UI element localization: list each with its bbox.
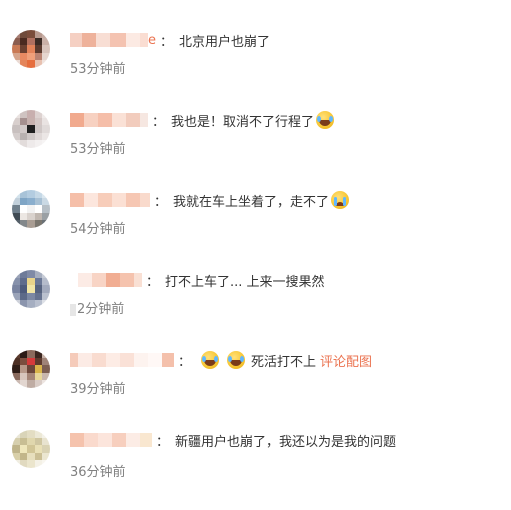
- crying-emoji-icon: [331, 191, 350, 209]
- comment-line: ： 新疆用户也崩了，我还以为是我的问题: [70, 430, 396, 450]
- comment-item: ： 新疆用户也崩了，我还以为是我的问题 36分钟前: [0, 430, 511, 510]
- user-avatar[interactable]: [12, 430, 50, 468]
- username-suffix[interactable]: e: [148, 33, 156, 48]
- comment-line: e ： 北京用户也崩了: [70, 30, 270, 50]
- comment-time: 2分钟前: [70, 298, 124, 317]
- laugh-cry-emoji-icon: [316, 111, 335, 129]
- comment-item: ： 死活打不上 评论配图 39分钟前: [0, 350, 511, 430]
- comment-text: 打不上车了... 上来一搜果然: [165, 274, 325, 290]
- comment-time: 39分钟前: [70, 382, 126, 397]
- comment-text: 死活打不上: [251, 354, 317, 370]
- comment-time: 53分钟前: [70, 142, 126, 157]
- username-link[interactable]: [78, 273, 142, 287]
- colon: ：: [178, 354, 192, 370]
- comment-line: ： 打不上车了... 上来一搜果然: [78, 270, 325, 290]
- user-avatar[interactable]: [12, 350, 50, 388]
- colon: ：: [156, 434, 170, 450]
- comment-time-text: 2分钟前: [77, 302, 125, 317]
- comment-text: 我就在车上坐着了，走不了: [173, 194, 330, 210]
- comment-time: 53分钟前: [70, 62, 126, 77]
- comment-time: 36分钟前: [70, 465, 126, 480]
- user-avatar[interactable]: [12, 270, 50, 308]
- user-avatar[interactable]: [12, 190, 50, 228]
- comment-item: ： 我也是！取消不了行程了 53分钟前: [0, 110, 511, 190]
- username-link[interactable]: [70, 33, 148, 47]
- username-link[interactable]: [70, 433, 152, 447]
- comment-line: ： 死活打不上 评论配图: [70, 350, 372, 370]
- colon: ：: [146, 274, 160, 290]
- comment-item: ： 我就在车上坐着了，走不了 54分钟前: [0, 190, 511, 270]
- laugh-cry-emoji-icon: [227, 351, 246, 369]
- colon: ：: [154, 194, 168, 210]
- comment-item: e ： 北京用户也崩了 53分钟前: [0, 30, 511, 110]
- comment-time: 54分钟前: [70, 222, 126, 237]
- username-link[interactable]: [70, 113, 148, 127]
- time-blur: [70, 303, 76, 316]
- colon: ：: [160, 34, 174, 50]
- view-image-link[interactable]: 评论配图: [320, 351, 372, 370]
- colon: ：: [152, 114, 166, 130]
- comment-item: ： 打不上车了... 上来一搜果然 2分钟前: [0, 270, 511, 350]
- comment-text: 北京用户也崩了: [179, 34, 271, 50]
- username-link[interactable]: [70, 193, 150, 207]
- laugh-cry-emoji-icon: [201, 351, 220, 369]
- comment-text: 新疆用户也崩了，我还以为是我的问题: [175, 434, 397, 450]
- user-avatar[interactable]: [12, 30, 50, 68]
- user-avatar[interactable]: [12, 110, 50, 148]
- comment-line: ： 我也是！取消不了行程了: [70, 110, 336, 130]
- comment-text: 我也是！取消不了行程了: [171, 114, 315, 130]
- comment-line: ： 我就在车上坐着了，走不了: [70, 190, 351, 210]
- username-link[interactable]: [70, 353, 174, 367]
